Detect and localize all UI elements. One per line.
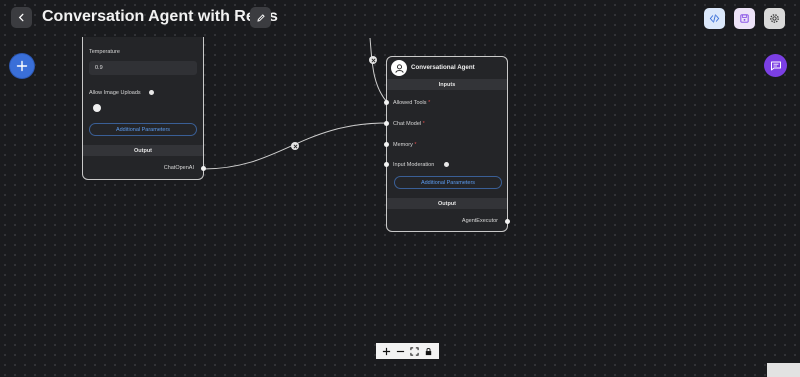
- zoom-controls: [376, 343, 439, 359]
- lock-button[interactable]: [423, 345, 435, 357]
- output-header: Output: [387, 198, 507, 209]
- input-label: Chat Model: [393, 121, 422, 127]
- output-header-label: Output: [437, 200, 457, 207]
- info-icon[interactable]: [444, 162, 449, 167]
- edge-delete-button[interactable]: [369, 56, 377, 64]
- zoom-out-button[interactable]: [394, 345, 406, 357]
- output-handle[interactable]: [201, 166, 206, 171]
- zoom-in-button[interactable]: [380, 345, 392, 357]
- output-handle[interactable]: [505, 219, 510, 224]
- temperature-label: Temperature: [89, 49, 120, 55]
- plus-icon: [382, 347, 390, 355]
- save-icon: [740, 14, 749, 23]
- additional-parameters-label: Additional Parameters: [115, 126, 171, 133]
- page-title: Conversation Agent with Redis: [42, 8, 278, 25]
- agent-icon: [394, 63, 404, 73]
- node-title: Conversational Agent: [411, 64, 475, 71]
- input-label: Memory: [393, 142, 413, 148]
- close-icon: [371, 58, 375, 62]
- lock-icon: [426, 347, 432, 355]
- image-uploads-label: Allow Image Uploads: [89, 90, 141, 96]
- minus-icon: [396, 350, 404, 352]
- output-name: AgentExecutor: [461, 218, 498, 224]
- back-button[interactable]: [11, 7, 32, 28]
- additional-parameters-button[interactable]: Additional Parameters: [394, 176, 502, 189]
- additional-parameters-button[interactable]: Additional Parameters: [89, 123, 197, 136]
- required-marker: *: [414, 142, 417, 148]
- input-memory: Memory *: [393, 142, 417, 148]
- chat-model-node[interactable]: Temperature 0.9 Allow Image Uploads Addi…: [82, 37, 206, 180]
- input-label: Allowed Tools: [393, 100, 427, 106]
- gear-icon: [770, 14, 779, 23]
- inputs-header: Inputs: [387, 79, 507, 90]
- input-handle-memory[interactable]: [384, 142, 389, 147]
- chat-button[interactable]: [764, 54, 787, 77]
- inputs-header-label: Inputs: [438, 81, 456, 88]
- pencil-icon: [256, 13, 265, 22]
- temperature-input[interactable]: 0.9: [89, 61, 197, 75]
- required-marker: *: [428, 100, 431, 106]
- input-label: Input Moderation: [393, 162, 435, 168]
- chat-icon: [770, 61, 781, 70]
- edge-tools: [369, 37, 388, 103]
- settings-button[interactable]: [764, 8, 785, 29]
- info-icon[interactable]: [149, 90, 154, 95]
- fit-view-button[interactable]: [409, 345, 421, 357]
- add-node-button[interactable]: [10, 54, 34, 78]
- output-header: Output: [83, 145, 203, 156]
- additional-parameters-label: Additional Parameters: [420, 179, 476, 186]
- minimap[interactable]: [767, 363, 800, 377]
- fit-view-icon: [410, 346, 419, 356]
- conversational-agent-node[interactable]: Conversational Agent Inputs Allowed Tool…: [384, 56, 510, 232]
- input-moderation: Input Moderation: [393, 162, 434, 168]
- input-handle-moderation[interactable]: [384, 162, 389, 167]
- input-handle-tools[interactable]: [384, 100, 389, 105]
- temperature-value: 0.9: [95, 65, 103, 71]
- edge-delete-button[interactable]: [291, 142, 299, 150]
- chevron-left-icon: [18, 13, 24, 22]
- save-button[interactable]: [734, 8, 755, 29]
- header-bar: Conversation Agent with Redis: [0, 0, 800, 36]
- output-name: ChatOpenAI: [163, 165, 194, 171]
- edit-title-button[interactable]: [250, 7, 271, 28]
- output-header-label: Output: [133, 147, 153, 154]
- agent-avatar: [391, 60, 407, 76]
- required-marker: *: [422, 121, 425, 127]
- image-uploads-toggle[interactable]: [93, 104, 101, 112]
- close-icon: [293, 144, 297, 148]
- input-allowed-tools: Allowed Tools *: [393, 100, 430, 106]
- input-chat-model: Chat Model *: [393, 121, 425, 127]
- code-icon: [709, 14, 720, 23]
- input-handle-chat-model[interactable]: [384, 121, 389, 126]
- api-code-button[interactable]: [704, 8, 725, 29]
- plus-icon: [16, 60, 28, 72]
